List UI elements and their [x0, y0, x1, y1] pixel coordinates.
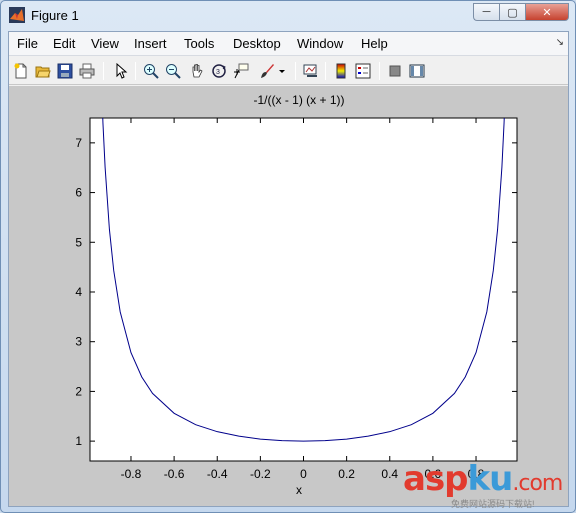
- menu-file[interactable]: File: [17, 36, 38, 51]
- toolbar-separator: [135, 62, 136, 80]
- toolbar-separator: [103, 62, 104, 80]
- x-tick-label: -0.4: [207, 467, 228, 481]
- window-title: Figure 1: [31, 8, 79, 23]
- figure-toolbar: 3: [9, 57, 568, 85]
- rotate-3d-icon[interactable]: 3: [209, 61, 229, 81]
- toolbar-separator: [295, 62, 296, 80]
- y-tick-label: 4: [75, 285, 82, 299]
- show-plot-tools-icon[interactable]: [407, 61, 427, 81]
- menu-view[interactable]: View: [91, 36, 119, 51]
- watermark-asp: asp: [403, 459, 469, 499]
- site-watermark: aspku.com 免费网站源码下载站!: [403, 459, 573, 509]
- menu-desktop[interactable]: Desktop: [233, 36, 281, 51]
- legend-icon[interactable]: [353, 61, 373, 81]
- dropdown-arrow-icon[interactable]: [277, 61, 287, 81]
- brush-icon[interactable]: [257, 61, 277, 81]
- minimize-button[interactable]: ─: [473, 3, 499, 21]
- watermark-ku: ku: [467, 459, 514, 499]
- menu-edit[interactable]: Edit: [53, 36, 75, 51]
- colorbar-icon[interactable]: [331, 61, 351, 81]
- svg-text:3: 3: [216, 69, 220, 76]
- x-axis-label: x: [296, 483, 302, 497]
- y-tick-label: 3: [75, 335, 82, 349]
- toolbar-separator: [379, 62, 380, 80]
- pointer-icon[interactable]: [111, 61, 131, 81]
- data-cursor-icon[interactable]: [231, 61, 251, 81]
- x-tick-label: -0.2: [250, 467, 271, 481]
- close-button[interactable]: ✕: [525, 3, 569, 21]
- zoom-out-icon[interactable]: [163, 61, 183, 81]
- x-tick-label: 0.2: [338, 467, 355, 481]
- maximize-button[interactable]: ▢: [499, 3, 525, 21]
- matlab-logo-icon: [9, 7, 25, 23]
- link-plot-icon[interactable]: [301, 61, 321, 81]
- watermark-com: .com: [512, 471, 563, 496]
- menu-window[interactable]: Window: [297, 36, 343, 51]
- menu-insert[interactable]: Insert: [134, 36, 167, 51]
- y-tick-label: 2: [75, 384, 82, 398]
- y-tick-label: 5: [75, 235, 82, 249]
- axes-area[interactable]: [89, 117, 518, 462]
- title-bar[interactable]: Figure 1 ─ ▢ ✕: [1, 1, 575, 31]
- y-tick-label: 1: [75, 434, 82, 448]
- new-figure-icon[interactable]: [11, 61, 31, 81]
- menu-tools[interactable]: Tools: [184, 36, 214, 51]
- watermark-subtitle: 免费网站源码下载站!: [451, 499, 535, 509]
- hide-plot-tools-icon[interactable]: [385, 61, 405, 81]
- plot-title: -1/((x - 1) (x + 1)): [253, 93, 344, 107]
- save-icon[interactable]: [55, 61, 75, 81]
- figure-client-area: File Edit View Insert Tools Desktop Wind…: [8, 31, 569, 507]
- window-controls: ─ ▢ ✕: [473, 3, 569, 21]
- y-tick-label: 6: [75, 186, 82, 200]
- print-icon[interactable]: [77, 61, 97, 81]
- plot-svg: -1/((x - 1) (x + 1)) -0.8 -0.6 -0.4 -0.2 0 0.…: [75, 93, 518, 497]
- y-tick-label: 7: [75, 136, 82, 150]
- dock-arrow-icon[interactable]: ↘: [556, 37, 564, 48]
- x-tick-label: -0.6: [164, 467, 185, 481]
- x-tick-label: 0: [300, 467, 307, 481]
- open-icon[interactable]: [33, 61, 53, 81]
- x-tick-label: -0.8: [121, 467, 142, 481]
- menu-bar: File Edit View Insert Tools Desktop Wind…: [9, 32, 568, 56]
- toolbar-separator: [325, 62, 326, 80]
- x-tick-label: 0.4: [381, 467, 398, 481]
- zoom-in-icon[interactable]: [141, 61, 161, 81]
- pan-icon[interactable]: [187, 61, 207, 81]
- menu-help[interactable]: Help: [361, 36, 388, 51]
- figure-window: Figure 1 ─ ▢ ✕ File Edit View Insert Too…: [0, 0, 576, 513]
- watermark-logo: aspku.com: [403, 459, 563, 499]
- figure-canvas: -1/((x - 1) (x + 1)) -0.8 -0.6 -0.4 -0.2 0 0.…: [9, 86, 568, 506]
